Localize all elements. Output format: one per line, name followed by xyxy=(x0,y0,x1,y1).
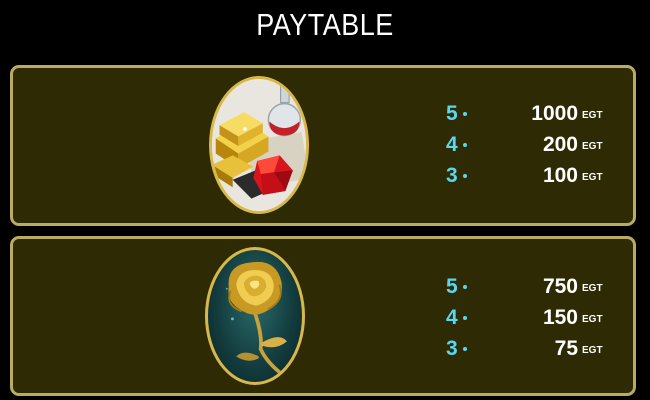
golden-rose-symbol-icon xyxy=(205,247,305,385)
paytable-row-gold-bars: 5 1000 EGT 4 200 EGT 3 100 EGT xyxy=(10,65,636,226)
paytable-row-golden-rose: 5 750 EGT 4 150 EGT 3 75 EGT xyxy=(10,236,636,396)
payout-amount: 100 xyxy=(542,164,578,187)
payout-row: 5 1000 EGT xyxy=(446,102,616,133)
bullet-dot xyxy=(463,285,467,289)
bullet-dot xyxy=(463,347,467,351)
payout-count: 3 xyxy=(446,337,458,360)
bullet-dot xyxy=(463,174,467,178)
bullet-dot xyxy=(463,143,467,147)
payout-list: 5 750 EGT 4 150 EGT 3 75 EGT xyxy=(446,275,616,368)
payout-row: 4 200 EGT xyxy=(446,133,616,164)
payout-amount: 1000 xyxy=(531,102,578,125)
payout-row: 5 750 EGT xyxy=(446,275,616,306)
payout-count: 3 xyxy=(446,164,458,187)
payout-amount: 750 xyxy=(542,275,578,298)
payout-currency: EGT xyxy=(582,172,603,183)
gold-bars-ruby-symbol-icon xyxy=(209,76,309,214)
payout-amount: 75 xyxy=(554,337,578,360)
bullet-dot xyxy=(463,112,467,116)
payout-row: 3 100 EGT xyxy=(446,164,616,195)
payout-count: 5 xyxy=(446,102,458,125)
payout-currency: EGT xyxy=(582,141,603,152)
payout-amount: 150 xyxy=(542,306,578,329)
payout-count: 4 xyxy=(446,133,458,156)
payout-count: 5 xyxy=(446,275,458,298)
payout-currency: EGT xyxy=(582,314,603,325)
payout-row: 3 75 EGT xyxy=(446,337,616,368)
bullet-dot xyxy=(463,316,467,320)
payout-count: 4 xyxy=(446,306,458,329)
payout-amount: 200 xyxy=(542,133,578,156)
payout-list: 5 1000 EGT 4 200 EGT 3 100 EGT xyxy=(446,102,616,195)
payout-currency: EGT xyxy=(582,110,603,121)
payout-currency: EGT xyxy=(582,283,603,294)
payout-currency: EGT xyxy=(582,345,603,356)
payout-row: 4 150 EGT xyxy=(446,306,616,337)
paytable-title: PAYTABLE xyxy=(256,8,394,42)
